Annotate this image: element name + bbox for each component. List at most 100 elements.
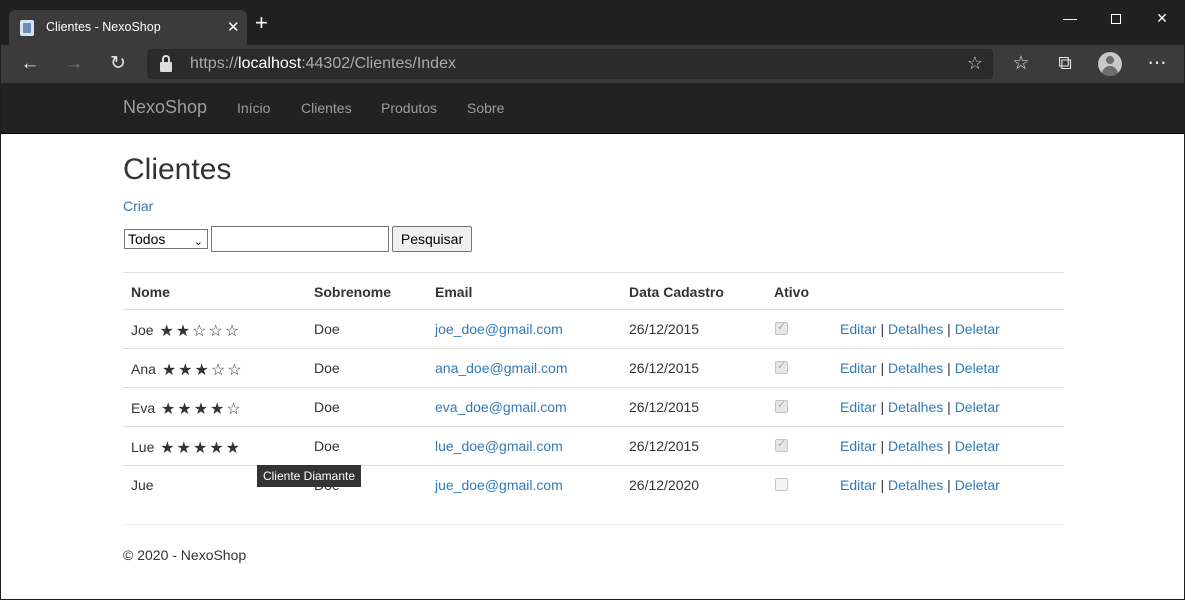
email-link[interactable]: jue_doe@gmail.com <box>435 477 563 493</box>
client-first-name: Joe <box>131 322 154 338</box>
footer-text: © 2020 - NexoShop <box>123 547 247 563</box>
footer-divider <box>123 524 1064 525</box>
nav-link-clientes[interactable]: Clientes <box>301 100 352 116</box>
favorite-star-icon[interactable]: ☆ <box>967 53 983 74</box>
row-actions: Editar | Detalhes | Deletar <box>840 399 1000 415</box>
client-first-name: Ana <box>131 361 156 377</box>
page-title: Clientes <box>123 153 232 186</box>
star-filled-icon: ★ <box>160 440 177 457</box>
search-button[interactable]: Pesquisar <box>392 226 472 252</box>
header-nome: Nome <box>131 284 170 300</box>
browser-toolbar: ← → ↻ https://localhost:44302/Clientes/I… <box>1 45 1184 83</box>
table-row: Joe ★★☆☆☆Doejoe_doe@gmail.com26/12/2015E… <box>123 310 1064 349</box>
edit-link[interactable]: Editar <box>840 477 877 493</box>
action-separator: | <box>876 321 888 337</box>
row-actions: Editar | Detalhes | Deletar <box>840 321 1000 337</box>
rating-stars: ★★☆☆☆ <box>159 321 241 341</box>
action-separator: | <box>876 399 888 415</box>
client-first-name: Eva <box>131 400 156 416</box>
ativo-checkbox <box>775 437 788 455</box>
star-empty-icon: ☆ <box>227 362 244 379</box>
email-link[interactable]: lue_doe@gmail.com <box>435 438 563 454</box>
star-filled-icon: ★ <box>225 440 242 457</box>
address-bar[interactable]: https://localhost:44302/Clientes/Index ☆ <box>147 49 993 79</box>
profile-avatar-icon[interactable] <box>1098 52 1122 76</box>
ativo-checkbox <box>775 478 788 494</box>
minimize-icon[interactable]: — <box>1047 1 1093 35</box>
brand-link[interactable]: NexoShop <box>123 97 207 118</box>
edit-link[interactable]: Editar <box>840 438 877 454</box>
cell-nome: Ana ★★★☆☆ <box>131 360 244 380</box>
maximize-icon[interactable] <box>1093 1 1139 35</box>
details-link[interactable]: Detalhes <box>888 399 943 415</box>
rating-stars: ★★★★☆ <box>161 399 243 419</box>
email-link[interactable]: ana_doe@gmail.com <box>435 360 568 376</box>
back-arrow-icon[interactable]: ← <box>19 53 41 75</box>
delete-link[interactable]: Deletar <box>955 321 1000 337</box>
cell-nome: Eva ★★★★☆ <box>131 399 243 419</box>
tab-title: Clientes - NexoShop <box>46 20 161 34</box>
header-ativo: Ativo <box>774 284 809 300</box>
filter-select[interactable]: Todos ⌄ <box>124 229 208 249</box>
action-separator: | <box>876 360 888 376</box>
browser-tab-bar: Clientes - NexoShop ✕ + — ✕ <box>1 1 1184 45</box>
cell-sobrenome: Doe <box>314 360 340 376</box>
forward-arrow-icon[interactable]: → <box>63 53 85 75</box>
email-link[interactable]: eva_doe@gmail.com <box>435 399 567 415</box>
details-link[interactable]: Detalhes <box>888 360 943 376</box>
nav-link-sobre[interactable]: Sobre <box>467 100 504 116</box>
action-separator: | <box>876 438 888 454</box>
action-separator: | <box>876 477 888 493</box>
cell-sobrenome: Doe <box>314 438 340 454</box>
delete-link[interactable]: Deletar <box>955 438 1000 454</box>
star-filled-icon: ★ <box>192 440 210 457</box>
cell-nome: Jue <box>131 477 154 493</box>
action-separator: | <box>943 360 955 376</box>
collections-icon[interactable]: ⧉ <box>1054 53 1076 75</box>
search-input[interactable] <box>211 226 389 252</box>
delete-link[interactable]: Deletar <box>955 360 1000 376</box>
email-link[interactable]: joe_doe@gmail.com <box>435 321 563 337</box>
details-link[interactable]: Detalhes <box>888 321 943 337</box>
action-separator: | <box>943 399 955 415</box>
checkbox-icon <box>775 398 788 413</box>
new-tab-icon[interactable]: + <box>255 12 268 34</box>
star-filled-icon: ★ <box>161 362 179 379</box>
nav-link-produtos[interactable]: Produtos <box>381 100 437 116</box>
header-sobrenome: Sobrenome <box>314 284 392 300</box>
more-options-icon[interactable]: ⋯ <box>1146 53 1168 75</box>
edit-link[interactable]: Editar <box>840 399 877 415</box>
create-link[interactable]: Criar <box>123 198 153 214</box>
edit-link[interactable]: Editar <box>840 321 877 337</box>
nav-link-inicio[interactable]: Início <box>237 100 270 116</box>
star-empty-icon: ☆ <box>208 323 225 340</box>
chevron-down-icon: ⌄ <box>193 236 203 248</box>
star-empty-icon: ☆ <box>224 323 242 340</box>
browser-tab[interactable]: Clientes - NexoShop ✕ <box>9 10 247 45</box>
header-data-cadastro: Data Cadastro <box>629 284 724 300</box>
filter-selected-value: Todos <box>128 231 166 247</box>
star-filled-icon: ★ <box>161 401 178 418</box>
details-link[interactable]: Detalhes <box>888 477 943 493</box>
favorites-icon[interactable]: ☆ <box>1010 53 1032 75</box>
tab-close-icon[interactable]: ✕ <box>227 18 240 36</box>
cell-data-cadastro: 26/12/2015 <box>629 321 700 337</box>
delete-link[interactable]: Deletar <box>955 399 1000 415</box>
cell-nome: Lue ★★★★★ <box>131 438 242 458</box>
checkbox-icon <box>775 320 788 335</box>
window-close-icon[interactable]: ✕ <box>1139 1 1185 35</box>
cell-sobrenome: Doe <box>314 399 340 415</box>
edit-link[interactable]: Editar <box>840 360 877 376</box>
page-favicon-icon <box>20 20 34 36</box>
cell-data-cadastro: 26/12/2015 <box>629 399 700 415</box>
client-first-name: Jue <box>131 477 154 493</box>
checkbox-icon <box>775 478 788 491</box>
cell-sobrenome: Doe <box>314 321 340 337</box>
details-link[interactable]: Detalhes <box>888 438 943 454</box>
reload-icon[interactable]: ↻ <box>107 53 129 75</box>
row-actions: Editar | Detalhes | Deletar <box>840 360 1000 376</box>
delete-link[interactable]: Deletar <box>955 477 1000 493</box>
star-filled-icon: ★ <box>178 362 195 379</box>
star-filled-icon: ★ <box>193 401 211 418</box>
star-filled-icon: ★ <box>159 323 176 340</box>
